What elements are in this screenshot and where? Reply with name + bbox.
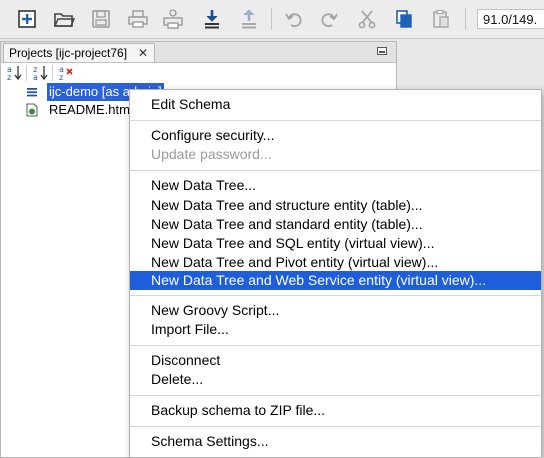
menu-separator: [130, 170, 541, 171]
menu-item-import-file[interactable]: Import File...: [130, 320, 541, 339]
redo-icon[interactable]: [314, 4, 344, 34]
file-label: README.html: [49, 102, 133, 117]
import-icon[interactable]: [197, 4, 227, 34]
menu-separator: [130, 426, 541, 427]
new-icon[interactable]: [12, 4, 42, 34]
close-icon[interactable]: ✕: [138, 44, 148, 62]
printer-settings-icon[interactable]: [158, 4, 188, 34]
projects-tab-bar: Projects [ijc-project76] ✕: [1, 42, 396, 63]
main-toolbar: 91.0/149.: [0, 0, 544, 39]
svg-text:z: z: [7, 73, 11, 82]
print-icon[interactable]: [123, 4, 153, 34]
menu-item-update-password: Update password...: [151, 146, 272, 162]
schema-list-icon: [25, 85, 39, 99]
menu-separator: [130, 395, 541, 396]
save-icon[interactable]: [86, 4, 116, 34]
menu-item-new-data-tree-web-service[interactable]: New Data Tree and Web Service entity (vi…: [130, 271, 541, 290]
clear-sort-icon[interactable]: az: [57, 64, 77, 82]
menu-separator: [130, 120, 541, 121]
cut-icon[interactable]: [352, 4, 382, 34]
export-icon[interactable]: [234, 4, 264, 34]
html-file-icon: [25, 103, 39, 117]
menu-item-new-data-tree[interactable]: New Data Tree...: [130, 176, 541, 195]
menu-item-delete[interactable]: Delete...: [130, 370, 541, 389]
menu-item-schema-settings[interactable]: Schema Settings...: [130, 432, 541, 451]
undo-icon[interactable]: [279, 4, 309, 34]
sort-ascending-icon[interactable]: az: [5, 64, 25, 82]
menu-item-configure-security[interactable]: Configure security...: [130, 126, 541, 145]
sort-toolbar: az za az: [5, 64, 125, 82]
copy-icon[interactable]: [389, 4, 419, 34]
svg-text:z: z: [59, 73, 63, 82]
sort-descending-icon[interactable]: za: [31, 64, 51, 82]
menu-separator: [130, 295, 541, 296]
svg-text:a: a: [33, 73, 38, 82]
menu-item-new-data-tree-structure[interactable]: New Data Tree and structure entity (tabl…: [130, 196, 541, 215]
menu-item-new-data-tree-pivot[interactable]: New Data Tree and Pivot entity (virtual …: [130, 253, 541, 272]
menu-item-new-data-tree-standard[interactable]: New Data Tree and standard entity (table…: [130, 215, 541, 234]
menu-separator: [130, 345, 541, 346]
menu-item-disconnect[interactable]: Disconnect: [130, 351, 541, 370]
open-folder-icon[interactable]: [49, 4, 79, 34]
coordinate-field[interactable]: 91.0/149.: [477, 9, 544, 29]
menu-item-new-data-tree-sql[interactable]: New Data Tree and SQL entity (virtual vi…: [130, 234, 541, 253]
menu-item-new-groovy-script[interactable]: New Groovy Script...: [130, 301, 541, 320]
menu-item-edit-schema[interactable]: Edit Schema: [130, 95, 541, 114]
tab-label: Projects [ijc-project76]: [9, 46, 128, 60]
minimize-panel-button[interactable]: [377, 47, 387, 55]
tab-projects[interactable]: Projects [ijc-project76] ✕: [3, 43, 155, 62]
context-menu: Edit Schema Configure security... Update…: [129, 89, 542, 458]
paste-icon[interactable]: [426, 4, 456, 34]
menu-item-backup-schema[interactable]: Backup schema to ZIP file...: [130, 401, 541, 420]
